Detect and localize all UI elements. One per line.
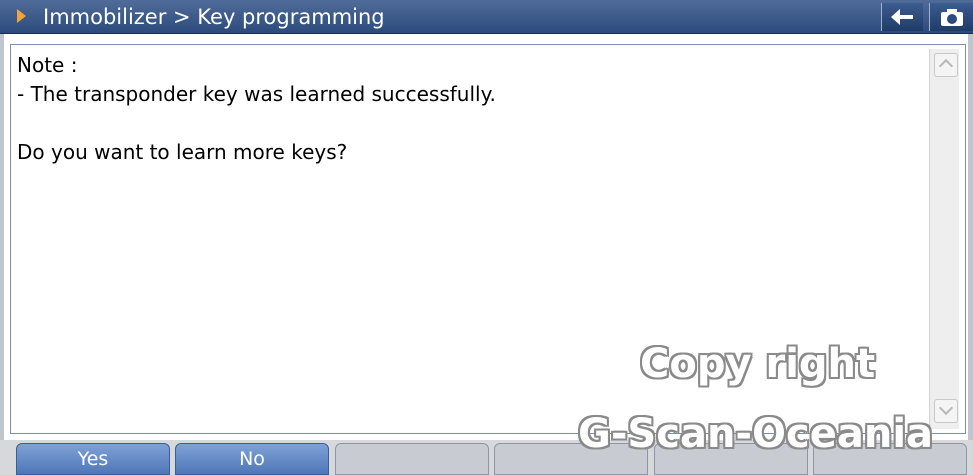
title-bar: Immobilizer > Key programming (0, 0, 973, 34)
note-line: - The transponder key was learned succes… (17, 82, 496, 106)
chevron-up-icon (938, 58, 954, 74)
chevron-down-icon (938, 400, 954, 416)
play-right-icon (17, 9, 26, 23)
watermark-line-1: Copy right (640, 341, 876, 387)
breadcrumb-title: Immobilizer > Key programming (43, 5, 385, 29)
frame-right (968, 34, 973, 440)
vertical-scrollbar[interactable] (929, 49, 959, 429)
blank-line: ​ (17, 109, 496, 138)
scroll-down-button[interactable] (934, 399, 958, 423)
note-heading: Note : (17, 53, 78, 77)
no-button[interactable]: No (175, 443, 329, 475)
yes-button[interactable]: Yes (16, 443, 170, 475)
message-text: Note : - The transponder key was learned … (17, 51, 496, 167)
screenshot-button[interactable] (929, 3, 973, 31)
back-button[interactable] (881, 3, 923, 31)
function-key-3[interactable] (335, 443, 489, 475)
watermark-line-2: G-Scan-Oceania (578, 411, 934, 457)
prompt-question: Do you want to learn more keys? (17, 140, 348, 164)
frame-left (0, 34, 4, 440)
scroll-up-button[interactable] (934, 53, 958, 77)
